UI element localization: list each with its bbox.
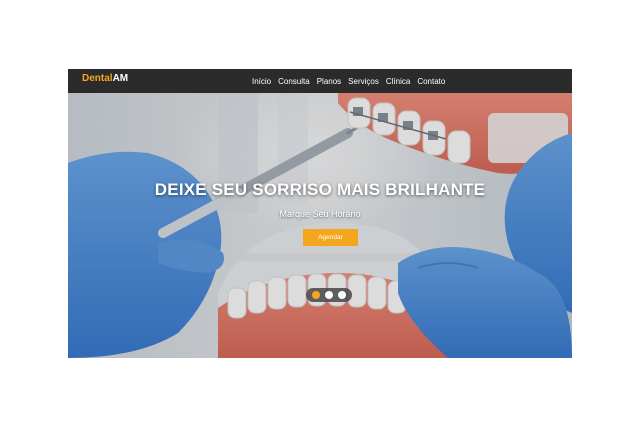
hero-carousel: DEIXE SEU SORRISO MAIS BRILHANTE Marque … [68,93,572,358]
nav-link-consulta[interactable]: Consulta [278,77,310,86]
nav-link-planos[interactable]: Planos [317,77,341,86]
brand-logo[interactable]: Dental AM [82,73,128,84]
nav-links: Início Consulta Planos Serviços Clínica … [252,69,452,93]
hero-title: DEIXE SEU SORRISO MAIS BRILHANTE [154,180,486,199]
nav-link-inicio[interactable]: Início [252,77,271,86]
carousel-dot-1[interactable] [311,291,320,299]
page: Dental AM Início Consulta Planos Serviços… [0,0,640,427]
hero-subtitle: Marque Seu Horário [279,209,361,219]
nav-link-servicos[interactable]: Serviços [348,77,379,86]
carousel-indicators [306,288,352,302]
nav-link-clinica[interactable]: Clínica [386,77,410,86]
schedule-button[interactable]: Agendar [303,229,358,246]
carousel-dot-2[interactable] [324,291,333,299]
nav-link-contato[interactable]: Contato [417,77,445,86]
brand-name-part1: Dental [82,73,113,84]
website-viewport: Dental AM Início Consulta Planos Serviços… [68,69,572,358]
hero-overlay [68,93,572,358]
navbar: Dental AM Início Consulta Planos Serviços… [68,69,572,93]
brand-name-part2: AM [112,73,129,84]
carousel-dot-3[interactable] [338,291,347,299]
